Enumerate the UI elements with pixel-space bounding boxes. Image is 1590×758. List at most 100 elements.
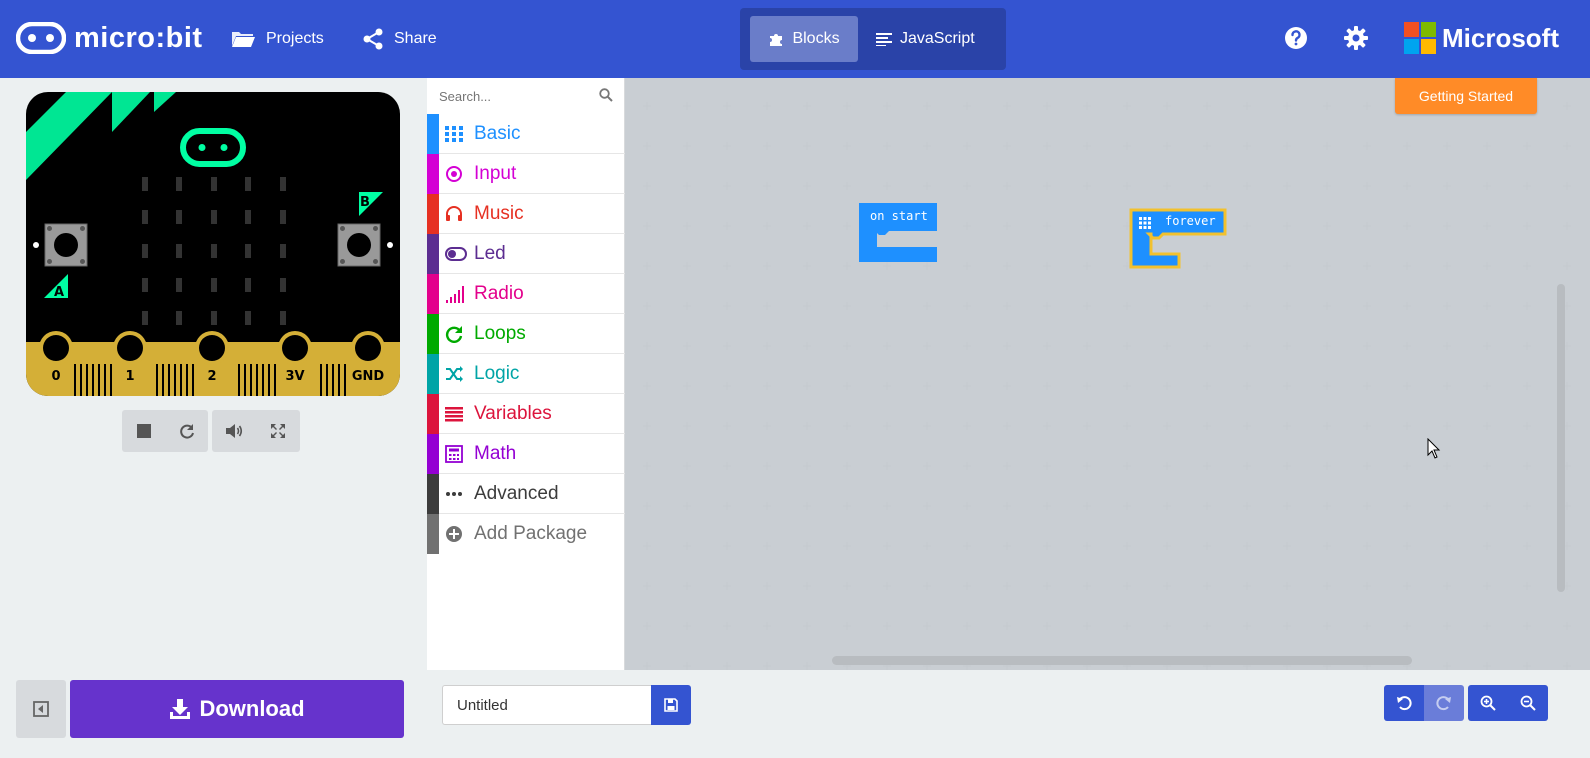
projects-label: Projects (266, 30, 324, 47)
simulator-panel: A B 0 1 2 3V GND (0, 78, 427, 670)
share-button[interactable]: Share (362, 24, 437, 54)
save-button[interactable] (651, 685, 691, 725)
category-advanced[interactable]: Advanced (427, 474, 625, 514)
fullscreen-button[interactable] (258, 411, 298, 451)
stop-icon (136, 424, 151, 438)
category-label: Input (474, 163, 517, 184)
redo-button[interactable] (1424, 685, 1464, 721)
zoom-out-button[interactable] (1508, 685, 1548, 721)
zoom-in-icon (1480, 695, 1496, 711)
category-label: Led (474, 243, 506, 264)
projects-button[interactable]: Projects (230, 24, 324, 54)
shuffle-icon (446, 366, 463, 382)
signal-icon (446, 286, 464, 303)
share-label: Share (394, 30, 437, 47)
category-color-bar (427, 354, 439, 394)
category-led[interactable]: Led (427, 234, 625, 274)
pin-2-label: 2 (207, 369, 216, 384)
blocks-label: Blocks (792, 30, 840, 47)
category-color-bar (427, 474, 439, 514)
undo-icon (1397, 696, 1412, 711)
vertical-scrollbar[interactable] (1557, 284, 1565, 592)
target-icon (446, 166, 462, 182)
collapse-simulator-button[interactable] (16, 680, 66, 738)
category-color-bar (427, 154, 439, 194)
category-label: Music (474, 203, 524, 224)
toolbox-search (427, 78, 625, 114)
grid-icon (1139, 217, 1151, 229)
zoom-out-icon (1520, 695, 1536, 711)
blocks-tab[interactable]: Blocks (750, 16, 858, 62)
category-music[interactable]: Music (427, 194, 625, 234)
editor-mode-toggle: Blocks JavaScript (740, 8, 1006, 70)
fullscreen-icon (271, 424, 285, 438)
button-b-text: B (360, 195, 370, 210)
blocks-workspace[interactable]: Getting Started on start forever (625, 78, 1590, 670)
download-label: Download (199, 696, 305, 721)
category-label: Math (474, 443, 517, 464)
javascript-tab[interactable]: JavaScript (866, 16, 996, 62)
restart-button[interactable] (167, 411, 207, 451)
undo-button[interactable] (1384, 685, 1424, 721)
category-color-bar (427, 114, 439, 154)
help-icon (1285, 27, 1307, 49)
brand-name: micro:bit (74, 21, 203, 54)
category-loops[interactable]: Loops (427, 314, 625, 354)
forever-label: forever (1165, 214, 1216, 228)
pin-1-label: 1 (125, 369, 134, 384)
download-button[interactable]: Download (70, 680, 404, 738)
category-color-bar (427, 314, 439, 354)
block-toolbox: Basic Input Music Led Radio (427, 78, 625, 670)
search-icon[interactable] (599, 88, 613, 102)
category-label: Variables (474, 403, 552, 424)
help-button[interactable] (1284, 26, 1310, 52)
bottom-bar: Download (0, 670, 1590, 758)
pin-0-label: 0 (51, 369, 60, 384)
button-b (337, 223, 381, 267)
category-input[interactable]: Input (427, 154, 625, 194)
search-input[interactable] (439, 88, 595, 104)
code-lines-icon (876, 33, 892, 46)
category-add-package[interactable]: Add Package (427, 514, 625, 554)
category-color-bar (427, 514, 439, 554)
gear-icon (1344, 26, 1368, 50)
category-basic[interactable]: Basic (427, 114, 625, 154)
javascript-label: JavaScript (900, 30, 975, 47)
category-label: Add Package (474, 523, 588, 544)
category-color-bar (427, 194, 439, 234)
grid-icon (445, 126, 463, 142)
stop-button[interactable] (124, 411, 164, 451)
microbit-board[interactable]: A B 0 1 2 3V GND (26, 92, 400, 396)
horizontal-scrollbar[interactable] (832, 656, 1412, 665)
category-logic[interactable]: Logic (427, 354, 625, 394)
brand-logo[interactable]: micro:bit (16, 20, 203, 56)
calculator-icon (445, 445, 463, 463)
microbit-logo-icon (16, 22, 66, 54)
project-name-input[interactable] (442, 685, 652, 725)
save-icon (664, 698, 678, 712)
category-math[interactable]: Math (427, 434, 625, 474)
category-label: Loops (474, 323, 526, 344)
list-icon (445, 407, 463, 422)
microsoft-label: Microsoft (1442, 22, 1559, 53)
button-a-text: A (54, 285, 64, 300)
share-icon (363, 28, 383, 50)
top-bar: micro:bit Projects Share Blocks JavaScri… (0, 0, 1590, 78)
microsoft-logo[interactable]: Microsoft (1404, 22, 1559, 54)
headphones-icon (446, 206, 462, 221)
pin-gnd-label: GND (352, 369, 385, 384)
getting-started-button[interactable]: Getting Started (1395, 78, 1537, 114)
redo-icon (1436, 696, 1451, 711)
category-variables[interactable]: Variables (427, 394, 625, 434)
workspace-grid (625, 78, 1590, 670)
restart-icon (179, 424, 194, 439)
button-a (44, 223, 88, 267)
pin-3v-label: 3V (285, 369, 304, 384)
category-color-bar (427, 434, 439, 474)
mute-button[interactable] (214, 411, 254, 451)
settings-button[interactable] (1344, 26, 1370, 52)
collapse-icon (33, 701, 49, 717)
puzzle-icon (770, 34, 783, 46)
category-radio[interactable]: Radio (427, 274, 625, 314)
zoom-in-button[interactable] (1468, 685, 1508, 721)
